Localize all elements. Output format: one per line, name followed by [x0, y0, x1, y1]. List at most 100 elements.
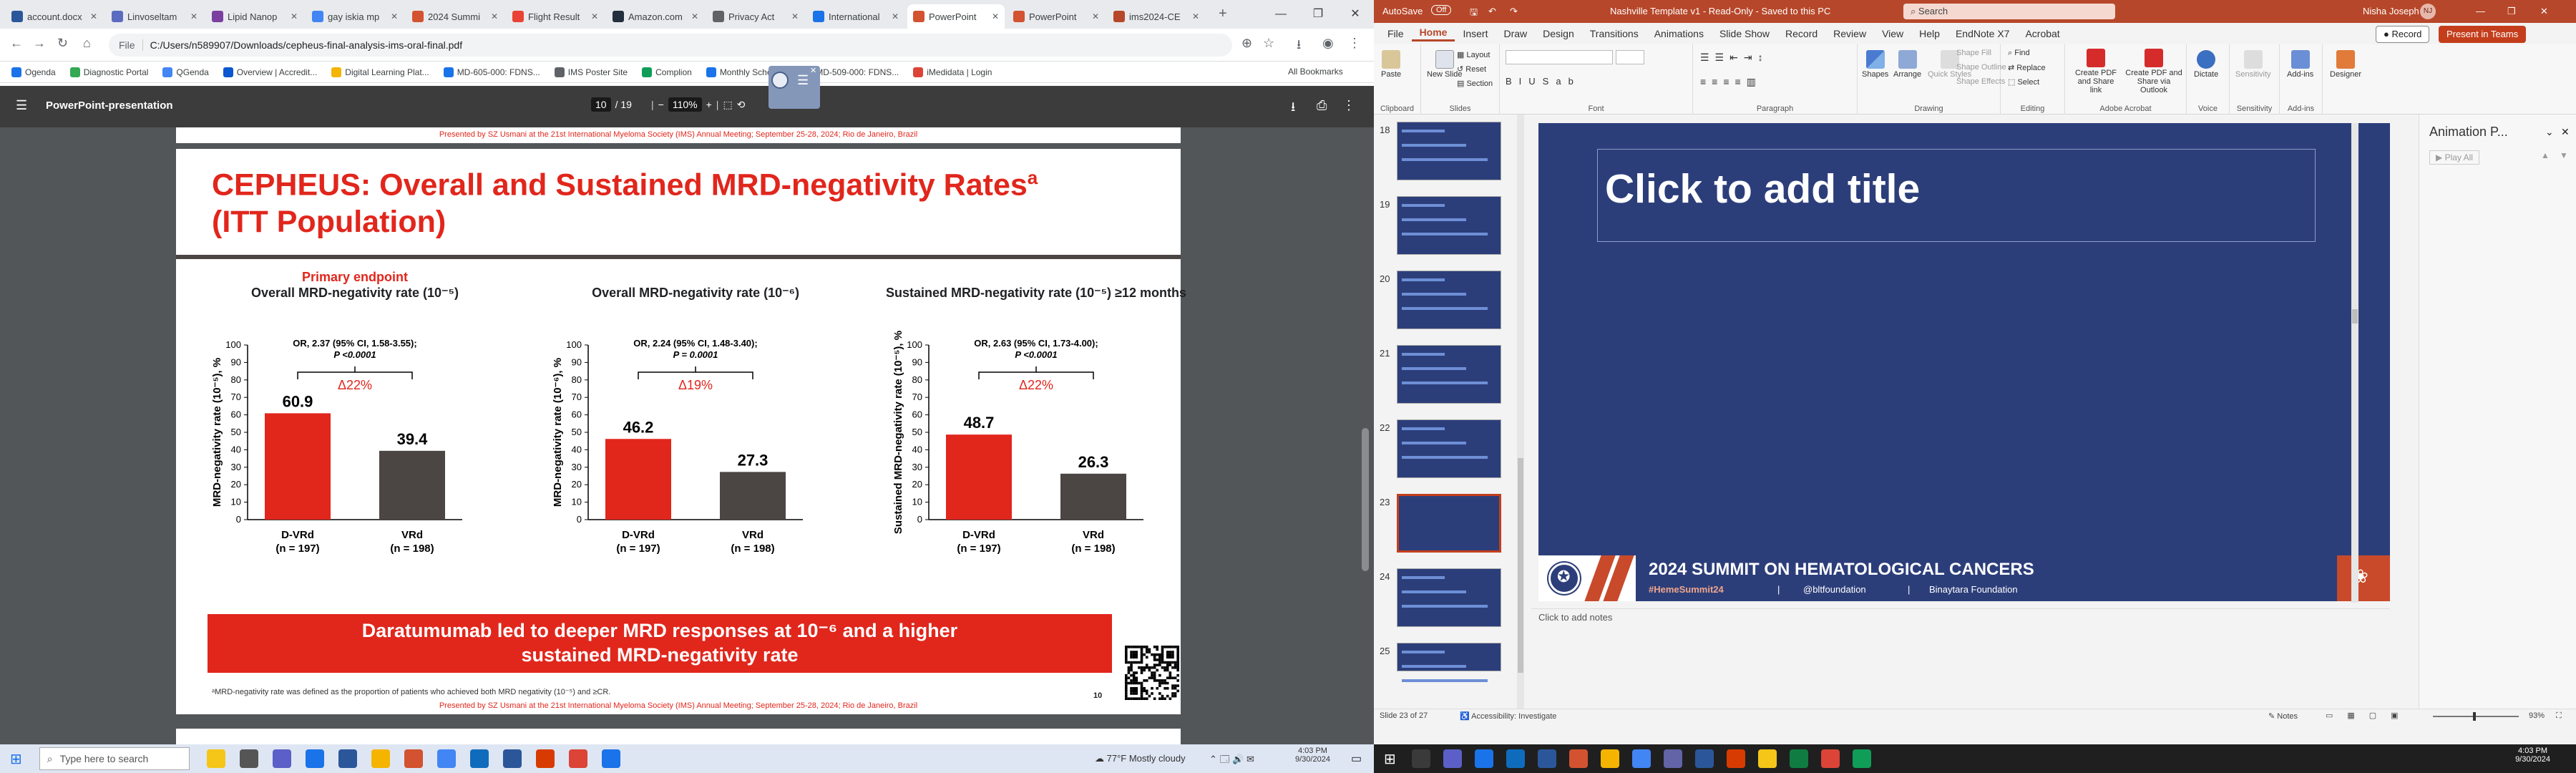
taskbar-app-icon[interactable]	[206, 749, 225, 768]
shapes-button[interactable]: Shapes	[1862, 50, 1888, 79]
slide-thumbnail[interactable]	[1397, 345, 1501, 404]
taskbar-app-icon[interactable]	[305, 749, 324, 768]
restore-ppt-icon[interactable]: ❐	[2507, 6, 2516, 17]
title-placeholder[interactable]: Click to add title	[1597, 149, 2316, 242]
designer-button[interactable]: Designer	[2330, 50, 2361, 79]
slide-thumbnail[interactable]	[1397, 271, 1501, 329]
taskbar-app-icon[interactable]	[502, 749, 522, 768]
notes-button[interactable]: ✎ Notes	[2268, 711, 2298, 721]
menu-tab-record[interactable]: Record	[1777, 28, 1825, 39]
select-button[interactable]: ⬚ Select	[2008, 77, 2039, 87]
notification-icon[interactable]: ▭	[1351, 752, 1362, 766]
taskbar-app-icon[interactable]	[1757, 749, 1777, 768]
taskbar-app-icon[interactable]	[1443, 749, 1462, 768]
menu-tab-insert[interactable]: Insert	[1455, 28, 1496, 39]
ppt-search-box[interactable]: ⌕ Search	[1903, 4, 2115, 19]
taskbar-app-icon[interactable]	[1789, 749, 1808, 768]
bookmark-item[interactable]: Ogenda	[6, 67, 62, 77]
menu-tab-file[interactable]: File	[1380, 28, 1412, 39]
taskbar-app-icon[interactable]	[1852, 749, 1871, 768]
taskbar-app-icon[interactable]	[469, 749, 489, 768]
browser-tab[interactable]: Amazon.com ✕	[607, 4, 704, 29]
move-up-icon[interactable]: ▲	[2541, 150, 2550, 160]
thumbs-scroll-thumb[interactable]	[1518, 458, 1523, 673]
paste-button[interactable]: Paste	[1381, 50, 1401, 79]
bookmark-item[interactable]: QGenda	[157, 67, 214, 77]
tab-close-icon[interactable]: ✕	[892, 11, 899, 21]
undo-icon[interactable]: ↶	[1488, 6, 1496, 17]
sidebar-menu-icon[interactable]: ☰	[16, 98, 27, 113]
notes-pane[interactable]: Click to add notes	[1531, 608, 2390, 627]
bookmark-star-icon[interactable]: ☆	[1263, 36, 1274, 51]
taskbar-app-icon[interactable]	[239, 749, 258, 768]
list-buttons[interactable]: ☰☰⇤⇥↕	[1700, 52, 1769, 64]
tab-close-icon[interactable]: ✕	[591, 11, 598, 21]
thumbs-scrollbar[interactable]	[1517, 115, 1524, 709]
slide-thumbnail[interactable]	[1397, 196, 1501, 255]
menu-tab-draw[interactable]: Draw	[1496, 28, 1535, 39]
taskbar-app-icon[interactable]	[568, 749, 587, 768]
page-current-input[interactable]: 10	[591, 97, 611, 112]
minimize-ppt-icon[interactable]: —	[2476, 6, 2485, 16]
create-pdf-outlook-button[interactable]: Create PDF and Share via Outlook	[2125, 49, 2182, 94]
taskbar-app-icon[interactable]	[1474, 749, 1493, 768]
clock-2[interactable]: 4:03 PM 9/30/2024	[2515, 747, 2550, 764]
tab-close-icon[interactable]: ✕	[291, 11, 298, 21]
font-size-select[interactable]	[1616, 50, 1644, 64]
forward-icon[interactable]: →	[33, 36, 46, 51]
present-in-teams-button[interactable]: Present in Teams	[2439, 26, 2527, 43]
menu-tab-help[interactable]: Help	[1911, 28, 1948, 39]
reset-button[interactable]: ↺ Reset	[1457, 64, 1486, 74]
all-bookmarks[interactable]: All Bookmarks	[1288, 67, 1343, 77]
slide-thumbnail[interactable]	[1397, 568, 1501, 627]
zoom-slider-thumb[interactable]	[2473, 712, 2476, 721]
back-icon[interactable]: ←	[10, 36, 23, 51]
shape-fill-button[interactable]: Shape Fill	[1956, 49, 1991, 57]
taskbar-app-icon[interactable]	[338, 749, 357, 768]
menu-tab-review[interactable]: Review	[1825, 28, 1874, 39]
close-button[interactable]: ✕	[1337, 0, 1374, 29]
rotate-icon[interactable]: ⟲	[737, 99, 746, 111]
download-pdf-icon[interactable]: ⭳	[1291, 98, 1295, 120]
record-button[interactable]: ● Record	[2376, 26, 2430, 43]
browser-tab[interactable]: Privacy Act ✕	[707, 4, 804, 29]
bookmark-item[interactable]: Overview | Accredit...	[218, 67, 323, 77]
taskbar-app-icon[interactable]	[1600, 749, 1619, 768]
user-avatar[interactable]: NJ	[2420, 4, 2436, 19]
taskbar-app-icon[interactable]	[1411, 749, 1430, 768]
slide-thumbnail[interactable]	[1397, 494, 1501, 553]
align-buttons[interactable]: ≡≡≡≡▥	[1700, 76, 1762, 88]
play-all-button[interactable]: ▶ Play All	[2429, 150, 2479, 165]
zoom-slider[interactable]	[2433, 716, 2519, 717]
bookmark-item[interactable]: Diagnostic Portal	[64, 67, 155, 77]
address-bar[interactable]: File C:/Users/n589907/Downloads/cepheus-…	[109, 34, 1232, 57]
pane-options-icon[interactable]: ⌄	[2545, 126, 2554, 138]
tab-close-icon[interactable]: ✕	[90, 11, 97, 21]
tab-close-icon[interactable]: ✕	[1192, 11, 1199, 21]
browser-tab[interactable]: Linvoseltam ✕	[106, 4, 203, 29]
pdf-more-icon[interactable]: ⋮	[1342, 98, 1355, 113]
menu-tab-home[interactable]: Home	[1411, 26, 1455, 42]
taskbar-app-icon[interactable]	[404, 749, 423, 768]
bookmark-item[interactable]: IMS Poster Site	[549, 67, 633, 77]
create-pdf-share-button[interactable]: Create PDF and Share link	[2071, 49, 2121, 94]
menu-tab-design[interactable]: Design	[1535, 28, 1582, 39]
browser-tab[interactable]: International ✕	[807, 4, 904, 29]
find-button[interactable]: ⌕ Find	[2008, 49, 2030, 58]
taskbar-app-icon[interactable]	[1726, 749, 1745, 768]
taskbar-app-icon[interactable]	[601, 749, 620, 768]
browser-tab[interactable]: PowerPoint ✕	[1008, 4, 1105, 29]
pdf-scrollbar[interactable]	[1362, 428, 1369, 571]
section-button[interactable]: ▤ Section	[1457, 79, 1493, 88]
view-buttons[interactable]: ▭▦▢▣	[2326, 711, 2413, 720]
tab-close-icon[interactable]: ✕	[391, 11, 398, 21]
taskbar-app-icon[interactable]	[1820, 749, 1840, 768]
autosave-toggle[interactable]: Off	[1431, 5, 1452, 15]
menu-kebab-icon[interactable]: ⋮	[1348, 36, 1361, 51]
maximize-button[interactable]: ❐	[1299, 0, 1337, 29]
pdf-viewport[interactable]: Presented by SZ Usmani at the 21st Inter…	[0, 127, 1374, 744]
zoom-input[interactable]: 110%	[668, 97, 702, 112]
save-icon[interactable]: 🖫	[1470, 6, 1478, 21]
tab-close-icon[interactable]: ✕	[691, 11, 698, 21]
menu-tab-view[interactable]: View	[1874, 28, 1911, 39]
